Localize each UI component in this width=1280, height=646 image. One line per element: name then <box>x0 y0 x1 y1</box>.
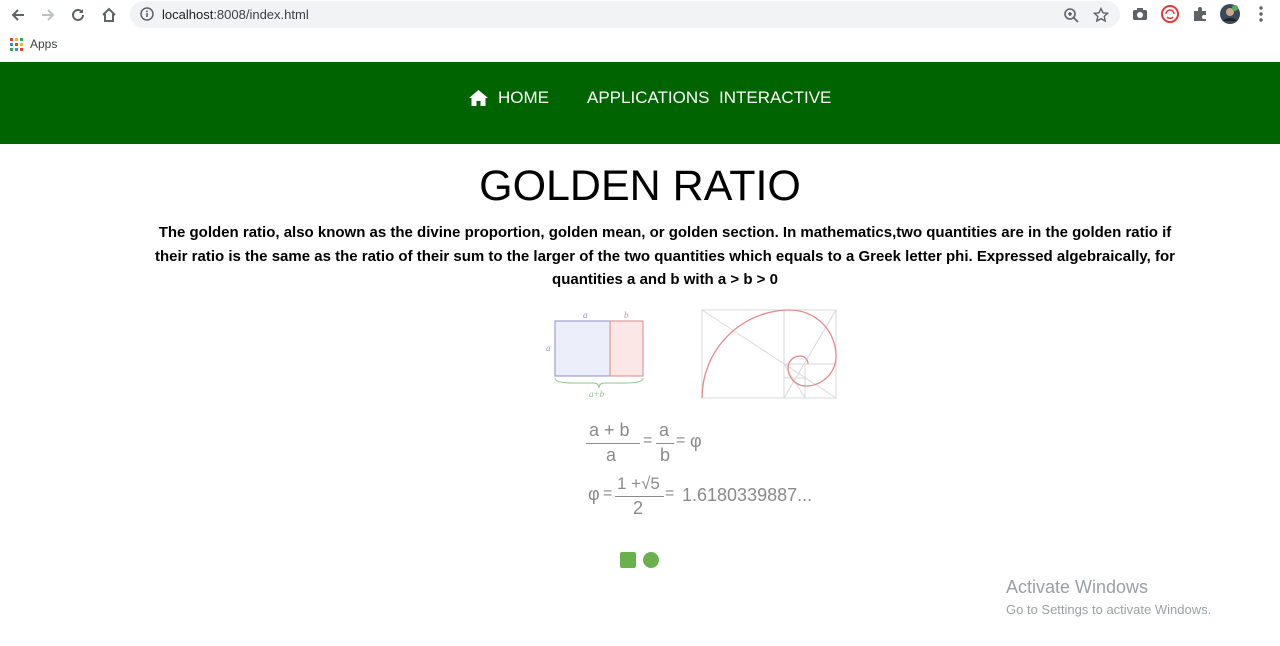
site-navbar: HOME APPLICATIONS INTERACTIVE <box>0 62 1280 144</box>
formula1-den-left: a <box>606 445 617 465</box>
golden-spiral-diagram <box>701 309 837 399</box>
url-host: localhost <box>162 7 214 22</box>
formula2-num: 1 +√5 <box>617 474 660 493</box>
extension-red-icon[interactable] <box>1160 4 1180 24</box>
nav-interactive-label: INTERACTIVE <box>719 88 832 107</box>
windows-activation-watermark: Activate Windows Go to Settings to activ… <box>1006 577 1211 617</box>
formula2-phi: φ <box>588 484 600 504</box>
fraction-line <box>615 496 664 497</box>
phi-value-formula: φ = 1 +√5 2 = 1.6180339887... <box>588 474 828 519</box>
reload-icon[interactable] <box>66 3 90 27</box>
formula2-den: 2 <box>633 498 644 518</box>
url-text[interactable]: localhost:8008/index.html <box>162 7 309 22</box>
watermark-title: Activate Windows <box>1006 577 1149 597</box>
nav-interactive-link[interactable]: INTERACTIVE <box>719 88 831 108</box>
ratio-formula: a + b a = a b = φ <box>586 420 716 465</box>
golden-rectangle-diagram: a b a a+b <box>546 310 644 399</box>
apps-bookmark[interactable]: Apps <box>10 37 57 51</box>
nav-home-link[interactable]: HOME <box>469 88 549 108</box>
label-sum: a+b <box>589 389 605 399</box>
label-a-top: a <box>583 310 588 320</box>
formula1-den-right: b <box>660 445 671 465</box>
puzzle-icon[interactable] <box>1190 4 1210 24</box>
label-b-top: b <box>624 310 629 320</box>
nav-applications-link[interactable]: APPLICATIONS <box>587 88 710 108</box>
page-title: GOLDEN RATIO <box>479 162 801 210</box>
info-icon[interactable] <box>140 7 154 26</box>
home-icon[interactable] <box>97 3 121 27</box>
nav-home-label: HOME <box>498 88 549 107</box>
star-icon[interactable] <box>1092 6 1110 24</box>
browser-toolbar: localhost:8008/index.html <box>0 0 1280 30</box>
apps-label: Apps <box>30 37 58 51</box>
loading-square-dot <box>620 552 636 568</box>
formula1-num-right: a <box>659 420 670 440</box>
forward-arrow-icon[interactable] <box>36 3 60 27</box>
url-path: :8008/index.html <box>213 7 309 22</box>
formula1-eq1: = <box>643 432 653 449</box>
formula1-phi: φ <box>690 431 702 451</box>
zoom-icon[interactable] <box>1062 6 1080 24</box>
formula1-eq2: = <box>676 432 686 449</box>
back-arrow-icon[interactable] <box>6 3 30 27</box>
loading-circle-dot <box>643 552 659 568</box>
kebab-menu-icon[interactable] <box>1251 4 1271 24</box>
apps-grid-icon <box>10 37 23 51</box>
bookmarks-bar: Apps <box>0 30 1280 58</box>
fraction-line <box>656 443 674 444</box>
watermark-subtitle: Go to Settings to activate Windows. <box>1006 602 1212 617</box>
avatar[interactable] <box>1220 4 1240 24</box>
label-a-side: a <box>546 343 551 353</box>
formula2-eq2: = <box>665 485 675 502</box>
camera-icon[interactable] <box>1130 4 1150 24</box>
fraction-line <box>586 443 640 444</box>
address-bar[interactable]: localhost:8008/index.html <box>130 1 1120 28</box>
description-text: The golden ratio, also known as the divi… <box>155 224 1175 288</box>
nav-applications-label: APPLICATIONS <box>587 88 710 107</box>
formula1-num-left: a + b <box>589 420 630 440</box>
loading-indicator <box>620 552 659 568</box>
home-icon <box>469 90 488 106</box>
formula2-value: 1.6180339887... <box>682 485 813 505</box>
formula2-eq1: = <box>603 485 613 502</box>
